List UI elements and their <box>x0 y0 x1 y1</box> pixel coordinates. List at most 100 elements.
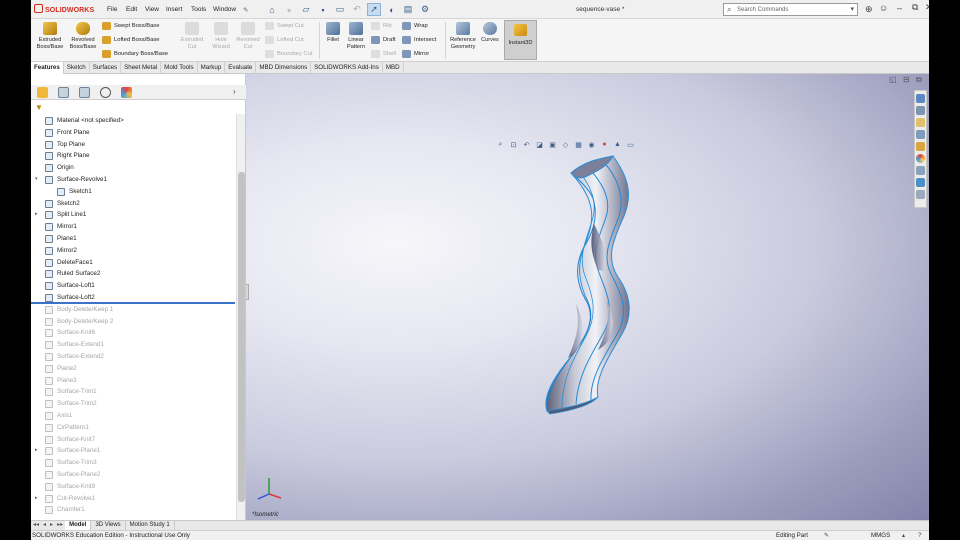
tab-mbd[interactable]: MBD <box>383 62 404 74</box>
tree-item[interactable]: Right Plane <box>31 150 236 162</box>
tree-item[interactable]: Axis1 <box>31 410 236 422</box>
display-manager-icon[interactable] <box>121 87 132 98</box>
tree-item[interactable]: ▸ Cut-Revolve1 <box>31 493 236 505</box>
tree-item[interactable]: CirPattern1 <box>31 422 236 434</box>
tree-item[interactable]: Body-Delete/Keep 1 <box>31 304 236 316</box>
tab-3d-views[interactable]: 3D Views <box>91 521 126 530</box>
tree-item[interactable]: Plane2 <box>31 363 236 375</box>
tab-mold-tools[interactable]: Mold Tools <box>161 62 198 74</box>
select-arrow-icon[interactable]: ➚ <box>367 3 381 16</box>
next-tab-nav-icon[interactable]: ▸ <box>48 521 55 530</box>
revolved-boss-button[interactable]: Revolved Boss/Base <box>67 22 99 50</box>
linear-pattern-button[interactable]: Linear Pattern <box>343 22 369 50</box>
open-icon[interactable]: ▱ <box>299 3 313 16</box>
minimize-icon[interactable]: – <box>897 3 902 13</box>
extruded-cut-button[interactable]: Extruded Cut <box>176 22 208 50</box>
swept-cut-button[interactable]: Swept Cut <box>265 22 304 30</box>
tree-item[interactable]: Plane3 <box>31 375 236 387</box>
panel-expand-icon[interactable]: › <box>233 87 244 98</box>
expand-toggle-icon[interactable]: ▸ <box>35 493 38 505</box>
boundary-boss-button[interactable]: Boundary Boss/Base <box>102 50 168 58</box>
menu-view[interactable]: View <box>145 6 159 13</box>
tree-item[interactable]: ▸ Surface-Plane1 <box>31 445 236 457</box>
help-icon[interactable]: ⊕ <box>865 4 873 15</box>
tree-item[interactable]: Surface-Trim3 <box>31 457 236 469</box>
tree-item[interactable]: Body-Delete/Keep 2 <box>31 316 236 328</box>
search-dropdown-icon[interactable]: ▾ <box>850 5 854 13</box>
menu-file[interactable]: File <box>107 6 117 13</box>
filter-icon[interactable]: ▼ <box>35 103 43 112</box>
new-document-icon[interactable]: ▫ <box>282 3 296 16</box>
tree-item[interactable]: Surface-Knit8 <box>31 481 236 493</box>
feature-tree-icon[interactable] <box>37 87 48 98</box>
menu-insert[interactable]: Insert <box>166 6 182 13</box>
tree-item[interactable]: Surface-Trim2 <box>31 398 236 410</box>
close-icon[interactable]: ✕ <box>925 2 929 13</box>
save-icon[interactable]: ▪ <box>316 3 330 16</box>
rib-button[interactable]: Rib <box>371 22 392 30</box>
tree-item[interactable]: Surface-Trim1 <box>31 386 236 398</box>
tab-solidworks-addins[interactable]: SOLIDWORKS Add-Ins <box>311 62 383 74</box>
tab-model[interactable]: Model <box>65 521 92 530</box>
curves-button[interactable]: Curves <box>479 22 501 44</box>
shell-button[interactable]: Shell <box>371 50 396 58</box>
expand-toggle-icon[interactable]: ▾ <box>35 174 38 186</box>
options-gear-icon[interactable]: ⚙ <box>418 3 432 16</box>
traffic-light-icon[interactable]: ◖ <box>384 3 398 16</box>
tree-item[interactable]: Origin <box>31 162 236 174</box>
rebuild-icon[interactable]: ✎ <box>824 531 829 540</box>
configuration-manager-icon[interactable] <box>79 87 90 98</box>
unit-system-selector[interactable]: MMGS <box>871 531 890 540</box>
tree-item[interactable]: Mirror1 <box>31 221 236 233</box>
tree-item[interactable]: Surface-Extend1 <box>31 339 236 351</box>
tree-item[interactable]: Surface-Knit6 <box>31 327 236 339</box>
tree-item[interactable]: Sketch1 <box>31 186 236 198</box>
pin-icon[interactable]: ✎ <box>243 6 248 14</box>
lofted-cut-button[interactable]: Lofted Cut <box>265 36 304 44</box>
tab-markup[interactable]: Markup <box>198 62 226 74</box>
tree-item[interactable]: Material <not specified> <box>31 115 236 127</box>
tree-item[interactable]: Plane1 <box>31 233 236 245</box>
menu-edit[interactable]: Edit <box>126 6 137 13</box>
tree-item[interactable]: Surface-Plane2 <box>31 469 236 481</box>
menu-tools[interactable]: Tools <box>191 6 206 13</box>
last-tab-nav-icon[interactable]: ▸▸ <box>55 521 65 530</box>
instant3d-button[interactable]: Instant3D <box>504 20 537 60</box>
tab-features[interactable]: Features <box>31 62 64 74</box>
tab-motion-study[interactable]: Motion Study 1 <box>126 521 175 530</box>
tree-item[interactable]: ▾ Surface-Revolve1 <box>31 174 236 186</box>
property-manager-icon[interactable] <box>58 87 69 98</box>
tree-item[interactable]: Surface-Knit7 <box>31 434 236 446</box>
tree-item[interactable]: Chamfer1 <box>31 504 236 516</box>
search-commands-input[interactable]: ⌕ Search Commands ▾ <box>723 3 858 16</box>
tree-item[interactable]: Sketch2 <box>31 198 236 210</box>
undo-icon[interactable]: ↶ <box>350 3 364 16</box>
tree-item[interactable]: Ruled Surface2 <box>31 268 236 280</box>
tree-item[interactable]: Surface-Extend2 <box>31 351 236 363</box>
tree-item[interactable]: Top Plane <box>31 139 236 151</box>
print-icon[interactable]: ▭ <box>333 3 347 16</box>
status-help-icon[interactable]: ? <box>918 531 921 540</box>
expand-toggle-icon[interactable]: ▸ <box>35 445 38 457</box>
rollback-bar[interactable] <box>31 302 235 304</box>
revolved-cut-button[interactable]: Revolved Cut <box>232 22 264 50</box>
tab-surfaces[interactable]: Surfaces <box>90 62 122 74</box>
reference-geometry-button[interactable]: Reference Geometry <box>447 22 479 50</box>
swept-boss-button[interactable]: Swept Boss/Base <box>102 22 159 30</box>
expand-toggle-icon[interactable]: ▸ <box>35 209 38 221</box>
prev-tab-nav-icon[interactable]: ◂ <box>41 521 48 530</box>
solidworks-logo[interactable]: SOLIDWORKS <box>34 4 94 14</box>
menu-window[interactable]: Window <box>213 6 236 13</box>
tab-mbd-dimensions[interactable]: MBD Dimensions <box>256 62 312 74</box>
intersect-button[interactable]: Intersect <box>402 36 436 44</box>
fillet-button[interactable]: Fillet <box>322 22 344 44</box>
graphics-area[interactable]: ⌕ ⊡ ↶ ◪ ▣ ◇ ▦ ◉ ● ▲ ▭ ◱ ⊟ ⧉ *Isometric <box>246 74 929 520</box>
home-icon[interactable]: ⌂ <box>265 3 279 16</box>
tree-item[interactable]: ▸ Split Line1 <box>31 209 236 221</box>
tree-scrollbar[interactable] <box>236 114 245 520</box>
lofted-boss-button[interactable]: Lofted Boss/Base <box>102 36 159 44</box>
first-tab-nav-icon[interactable]: ◂◂ <box>31 521 41 530</box>
extruded-boss-button[interactable]: Extruded Boss/Base <box>34 22 66 50</box>
boundary-cut-button[interactable]: Boundary Cut <box>265 50 312 58</box>
scrollbar-thumb[interactable] <box>238 172 245 502</box>
